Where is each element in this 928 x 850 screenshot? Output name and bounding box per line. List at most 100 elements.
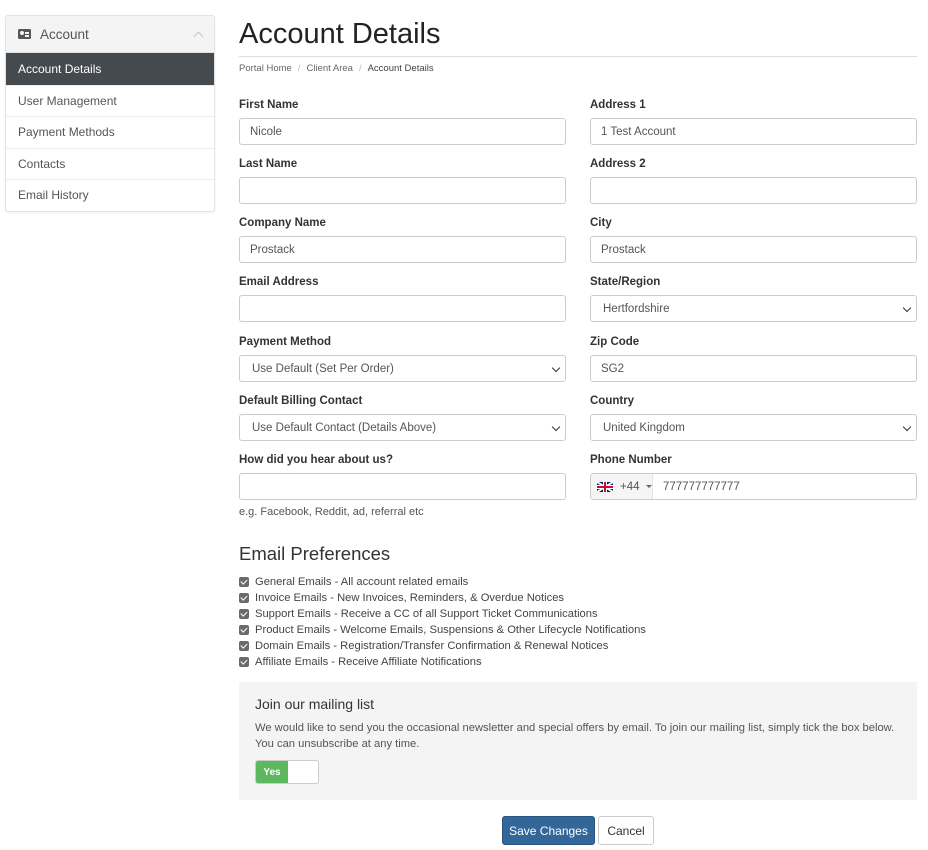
- title-divider: [239, 56, 917, 57]
- address1-input[interactable]: 1 Test Account: [590, 118, 917, 145]
- address1-group: Address 1 1 Test Account: [590, 99, 917, 145]
- checkbox-checked[interactable]: [239, 593, 249, 603]
- billing-contact-select[interactable]: Use Default Contact (Details Above): [239, 414, 566, 441]
- mailing-list-description: We would like to send you the occasional…: [255, 722, 895, 750]
- phone-country-code: +44: [620, 480, 640, 493]
- pref-general[interactable]: General Emails - All account related ema…: [239, 574, 646, 590]
- sidebar-item-user-management[interactable]: User Management: [6, 84, 214, 117]
- hear-about-group: How did you hear about us? e.g. Facebook…: [239, 454, 566, 518]
- country-group: Country United Kingdom: [590, 395, 917, 441]
- country-value: United Kingdom: [603, 421, 685, 434]
- zip-group: Zip Code SG2: [590, 336, 917, 382]
- zip-label: Zip Code: [590, 336, 640, 348]
- caret-down-icon: [645, 485, 652, 488]
- toggle-yes-label: Yes: [256, 761, 288, 783]
- page-title: Account Details: [239, 18, 441, 50]
- chevron-down-icon: [551, 363, 561, 373]
- pref-label: Product Emails - Welcome Emails, Suspens…: [255, 624, 646, 636]
- hear-about-help: e.g. Facebook, Reddit, ad, referral etc: [239, 506, 424, 518]
- mailing-list-panel: Join our mailing list We would like to s…: [239, 682, 917, 800]
- city-label: City: [590, 217, 612, 229]
- pref-label: Invoice Emails - New Invoices, Reminders…: [255, 592, 565, 604]
- breadcrumb-current: Account Details: [367, 63, 434, 74]
- sidebar-item-contacts[interactable]: Contacts: [6, 147, 214, 180]
- billing-contact-label: Default Billing Contact: [239, 395, 363, 407]
- phone-label: Phone Number: [590, 454, 672, 466]
- phone-group: Phone Number +44 777777777777: [590, 454, 917, 500]
- phone-input[interactable]: +44 777777777777: [590, 473, 917, 500]
- payment-method-group: Payment Method Use Default (Set Per Orde…: [239, 336, 566, 382]
- first-name-input[interactable]: Nicole: [239, 118, 566, 145]
- id-card-icon: [18, 29, 31, 39]
- save-changes-button[interactable]: Save Changes: [502, 816, 595, 845]
- zip-input[interactable]: SG2: [590, 355, 917, 382]
- phone-number-value: 777777777777: [663, 480, 740, 493]
- country-label: Country: [590, 395, 635, 407]
- email-preferences-title: Email Preferences: [239, 543, 391, 564]
- sidebar-header[interactable]: Account: [6, 16, 214, 53]
- payment-method-value: Use Default (Set Per Order): [252, 362, 394, 375]
- checkbox-checked[interactable]: [239, 641, 249, 651]
- city-input[interactable]: Prostack: [590, 236, 917, 263]
- breadcrumb-client-area[interactable]: Client Area: [306, 63, 352, 74]
- country-select[interactable]: United Kingdom: [590, 414, 917, 441]
- last-name-group: Last Name: [239, 158, 566, 204]
- company-name-label: Company Name: [239, 217, 326, 229]
- breadcrumb: Portal Home / Client Area / Account Deta…: [239, 63, 434, 74]
- pref-invoice[interactable]: Invoice Emails - New Invoices, Reminders…: [239, 590, 646, 606]
- billing-contact-value: Use Default Contact (Details Above): [252, 421, 437, 434]
- cancel-button[interactable]: Cancel: [598, 816, 654, 845]
- payment-method-select[interactable]: Use Default (Set Per Order): [239, 355, 566, 382]
- checkbox-checked[interactable]: [239, 657, 249, 667]
- mailing-list-title: Join our mailing list: [255, 696, 375, 712]
- mailing-list-toggle[interactable]: Yes: [255, 760, 319, 784]
- chevron-up-icon[interactable]: [193, 31, 204, 41]
- account-sidebar: Account Account Details User Management …: [5, 15, 215, 212]
- breadcrumb-portal-home[interactable]: Portal Home: [239, 63, 292, 74]
- last-name-label: Last Name: [239, 158, 298, 170]
- email-label: Email Address: [239, 276, 319, 288]
- uk-flag-icon: [597, 481, 613, 492]
- email-group: Email Address: [239, 276, 566, 322]
- chevron-down-icon: [902, 422, 912, 432]
- pref-affiliate[interactable]: Affiliate Emails - Receive Affiliate Not…: [239, 654, 646, 670]
- company-name-input[interactable]: Prostack: [239, 236, 566, 263]
- state-select[interactable]: Hertfordshire: [590, 295, 917, 322]
- chevron-down-icon: [902, 303, 912, 313]
- first-name-label: First Name: [239, 99, 299, 111]
- last-name-input[interactable]: [239, 177, 566, 204]
- checkbox-checked[interactable]: [239, 577, 249, 587]
- breadcrumb-separator: /: [358, 63, 362, 74]
- first-name-group: First Name Nicole: [239, 99, 566, 145]
- state-value: Hertfordshire: [603, 302, 670, 315]
- sidebar-item-account-details[interactable]: Account Details: [6, 53, 214, 85]
- pref-product[interactable]: Product Emails - Welcome Emails, Suspens…: [239, 622, 646, 638]
- payment-method-label: Payment Method: [239, 336, 332, 348]
- state-group: State/Region Hertfordshire: [590, 276, 917, 322]
- pref-domain[interactable]: Domain Emails - Registration/Transfer Co…: [239, 638, 646, 654]
- phone-country-selector[interactable]: +44: [591, 474, 653, 499]
- pref-support[interactable]: Support Emails - Receive a CC of all Sup…: [239, 606, 646, 622]
- address2-group: Address 2: [590, 158, 917, 204]
- state-label: State/Region: [590, 276, 661, 288]
- pref-label: Support Emails - Receive a CC of all Sup…: [255, 608, 598, 620]
- pref-label: Affiliate Emails - Receive Affiliate Not…: [255, 656, 482, 668]
- chevron-down-icon: [551, 422, 561, 432]
- address2-label: Address 2: [590, 158, 646, 170]
- checkbox-checked[interactable]: [239, 609, 249, 619]
- hear-about-input[interactable]: [239, 473, 566, 500]
- email-input[interactable]: [239, 295, 566, 322]
- email-preferences-list: General Emails - All account related ema…: [239, 574, 646, 670]
- city-group: City Prostack: [590, 217, 917, 263]
- checkbox-checked[interactable]: [239, 625, 249, 635]
- hear-about-label: How did you hear about us?: [239, 454, 393, 466]
- billing-contact-group: Default Billing Contact Use Default Cont…: [239, 395, 566, 441]
- sidebar-item-email-history[interactable]: Email History: [6, 179, 214, 211]
- breadcrumb-separator: /: [297, 63, 301, 74]
- address2-input[interactable]: [590, 177, 917, 204]
- pref-label: General Emails - All account related ema…: [255, 576, 469, 588]
- company-name-group: Company Name Prostack: [239, 217, 566, 263]
- address1-label: Address 1: [590, 99, 646, 111]
- sidebar-item-payment-methods[interactable]: Payment Methods: [6, 116, 214, 148]
- sidebar-title: Account: [40, 26, 89, 42]
